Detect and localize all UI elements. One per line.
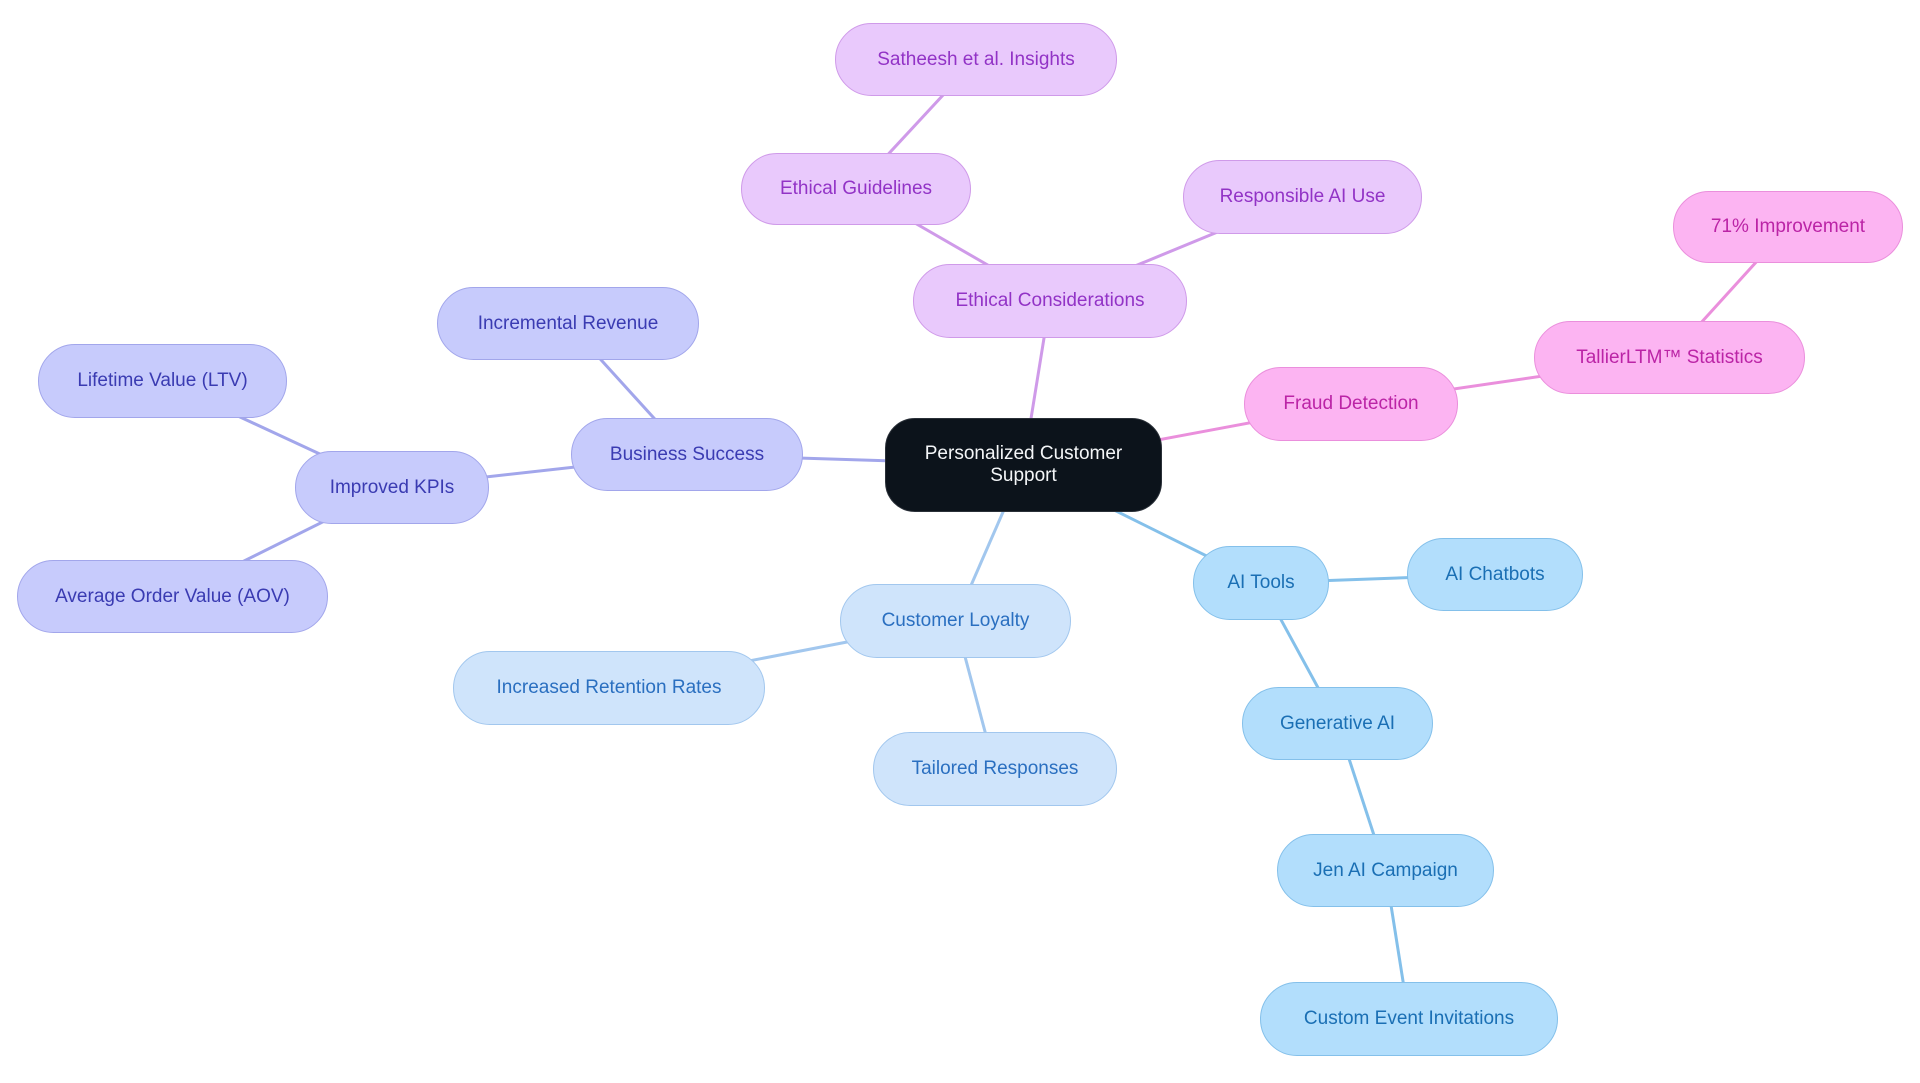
node-jen-ai-campaign[interactable]: Jen AI Campaign (1277, 834, 1494, 907)
node-fraud-detection[interactable]: Fraud Detection (1244, 367, 1458, 441)
node-label: Generative AI (1279, 712, 1396, 734)
node-responsible-ai-use[interactable]: Responsible AI Use (1183, 160, 1422, 234)
node-business-success[interactable]: Business Success (571, 418, 803, 491)
node-label: Jen AI Campaign (1313, 859, 1458, 881)
node-label: AI Chatbots (1445, 563, 1545, 585)
node-tailored-responses[interactable]: Tailored Responses (873, 732, 1117, 806)
node-ai-tools[interactable]: AI Tools (1193, 546, 1329, 620)
node-custom-event-invitations[interactable]: Custom Event Invitations (1260, 982, 1558, 1056)
node-label: Satheesh et al. Insights (877, 48, 1075, 70)
node-label: Ethical Considerations (955, 290, 1145, 311)
node-lifetime-value[interactable]: Lifetime Value (LTV) (38, 344, 287, 418)
node-label: Increased Retention Rates (496, 677, 722, 698)
node-customer-loyalty[interactable]: Customer Loyalty (840, 584, 1071, 658)
node-increased-retention-rates[interactable]: Increased Retention Rates (453, 651, 765, 725)
node-ai-chatbots[interactable]: AI Chatbots (1407, 538, 1583, 611)
node-label: Custom Event Invitations (1303, 1008, 1515, 1029)
node-label: Ethical Guidelines (779, 178, 933, 199)
node-label: Tailored Responses (911, 758, 1079, 779)
node-label: 71% Improvement (1710, 216, 1866, 237)
node-label: Fraud Detection (1283, 393, 1419, 414)
node-satheesh-insights[interactable]: Satheesh et al. Insights (835, 23, 1117, 96)
node-improved-kpis[interactable]: Improved KPIs (295, 451, 489, 524)
root-node[interactable]: Personalized Customer Support (885, 418, 1162, 512)
root-node-label: Personalized Customer Support (924, 443, 1123, 486)
node-label: Lifetime Value (LTV) (77, 370, 248, 391)
node-tallier-statistics[interactable]: TallierLTM™ Statistics (1534, 321, 1805, 394)
node-label: TallierLTM™ Statistics (1576, 346, 1763, 368)
node-label: Business Success (609, 443, 765, 465)
node-incremental-revenue[interactable]: Incremental Revenue (437, 287, 699, 360)
node-ethical-considerations[interactable]: Ethical Considerations (913, 264, 1187, 338)
node-generative-ai[interactable]: Generative AI (1242, 687, 1433, 760)
node-label: Incremental Revenue (477, 312, 659, 334)
node-label: Responsible AI Use (1219, 186, 1386, 207)
node-label: Customer Loyalty (881, 610, 1030, 631)
node-ethical-guidelines[interactable]: Ethical Guidelines (741, 153, 971, 225)
node-average-order-value[interactable]: Average Order Value (AOV) (17, 560, 328, 633)
node-71-improvement[interactable]: 71% Improvement (1673, 191, 1903, 263)
node-label: Improved KPIs (329, 476, 455, 498)
node-label: AI Tools (1227, 572, 1295, 593)
node-label: Average Order Value (AOV) (55, 585, 290, 607)
